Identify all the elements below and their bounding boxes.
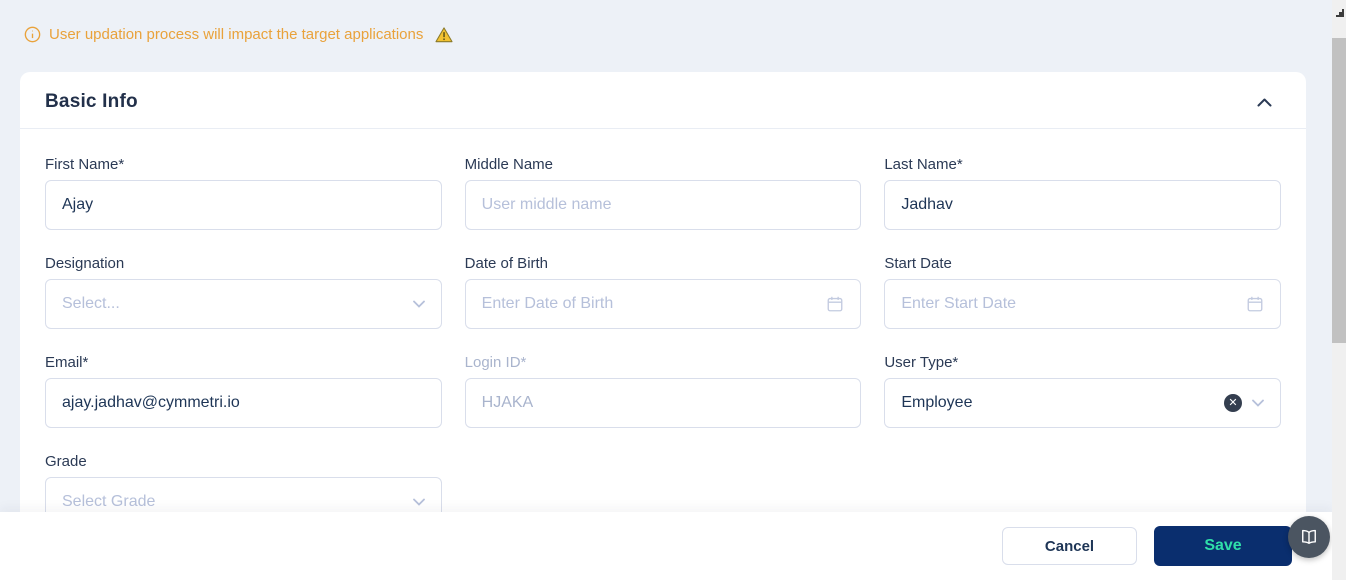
date-of-birth-placeholder: Enter Date of Birth bbox=[481, 295, 614, 312]
info-circle-icon bbox=[24, 26, 41, 43]
designation-label: Designation bbox=[45, 255, 125, 272]
middle-name-label: Middle Name bbox=[464, 156, 554, 173]
scroll-corner-artifact bbox=[1336, 4, 1344, 22]
warning-banner: User updation process will impact the ta… bbox=[24, 26, 453, 43]
save-button[interactable]: Save bbox=[1154, 526, 1292, 566]
open-book-icon bbox=[1299, 527, 1319, 547]
last-name-label: Last Name* bbox=[884, 156, 963, 173]
footer-action-bar: Cancel Save bbox=[0, 512, 1332, 580]
docs-fab-button[interactable] bbox=[1288, 516, 1330, 558]
designation-placeholder: Select... bbox=[62, 295, 120, 312]
date-of-birth-input[interactable]: Enter Date of Birth bbox=[464, 279, 862, 329]
field-login-id: Login ID* bbox=[464, 354, 862, 428]
field-start-date: Start Date Enter Start Date bbox=[884, 255, 1281, 329]
chevron-down-icon bbox=[1252, 399, 1264, 407]
grade-select[interactable]: Select Grade bbox=[45, 477, 442, 512]
user-type-label: User Type* bbox=[884, 354, 959, 371]
vertical-scrollbar bbox=[1332, 0, 1346, 580]
middle-name-input[interactable] bbox=[464, 180, 862, 230]
field-email: Email* bbox=[45, 354, 442, 428]
login-id-label: Login ID* bbox=[464, 354, 527, 371]
email-label: Email* bbox=[45, 354, 89, 371]
user-type-select[interactable]: Employee ✕ bbox=[884, 378, 1281, 428]
chevron-down-icon bbox=[412, 498, 425, 506]
collapse-section-button[interactable] bbox=[1253, 94, 1276, 111]
basic-info-form: First Name* Middle Name Last Name* Desig… bbox=[20, 129, 1306, 512]
scrollbar-thumb[interactable] bbox=[1332, 38, 1346, 343]
first-name-input[interactable] bbox=[45, 180, 442, 230]
basic-info-card: Basic Info First Name* Middle Name Last … bbox=[20, 72, 1306, 512]
user-type-value: Employee bbox=[901, 394, 973, 411]
start-date-label: Start Date bbox=[884, 255, 952, 272]
grade-placeholder: Select Grade bbox=[62, 493, 156, 510]
section-title: Basic Info bbox=[45, 91, 138, 112]
warning-banner-text: User updation process will impact the ta… bbox=[49, 26, 424, 43]
start-date-placeholder: Enter Start Date bbox=[901, 295, 1017, 312]
grade-label: Grade bbox=[45, 453, 87, 470]
clear-selection-icon[interactable]: ✕ bbox=[1223, 394, 1242, 412]
field-date-of-birth: Date of Birth Enter Date of Birth bbox=[464, 255, 862, 329]
field-user-type: User Type* Employee ✕ bbox=[884, 354, 1281, 428]
cancel-button[interactable]: Cancel bbox=[1002, 527, 1137, 565]
email-input[interactable] bbox=[45, 378, 442, 428]
start-date-input[interactable]: Enter Start Date bbox=[884, 279, 1281, 329]
calendar-icon bbox=[1246, 295, 1264, 313]
field-designation: Designation Select... bbox=[45, 255, 442, 329]
chevron-down-icon bbox=[412, 300, 425, 308]
field-first-name: First Name* bbox=[45, 156, 442, 230]
field-last-name: Last Name* bbox=[884, 156, 1281, 230]
warning-triangle-icon bbox=[435, 26, 453, 43]
basic-info-header: Basic Info bbox=[20, 72, 1306, 129]
field-middle-name: Middle Name bbox=[464, 156, 862, 230]
first-name-label: First Name* bbox=[45, 156, 125, 173]
field-grade: Grade Select Grade bbox=[45, 453, 442, 512]
calendar-icon bbox=[826, 295, 844, 313]
last-name-input[interactable] bbox=[884, 180, 1281, 230]
chevron-up-icon bbox=[1257, 98, 1272, 107]
designation-select[interactable]: Select... bbox=[45, 279, 442, 329]
login-id-input bbox=[464, 378, 862, 428]
date-of-birth-label: Date of Birth bbox=[464, 255, 549, 272]
